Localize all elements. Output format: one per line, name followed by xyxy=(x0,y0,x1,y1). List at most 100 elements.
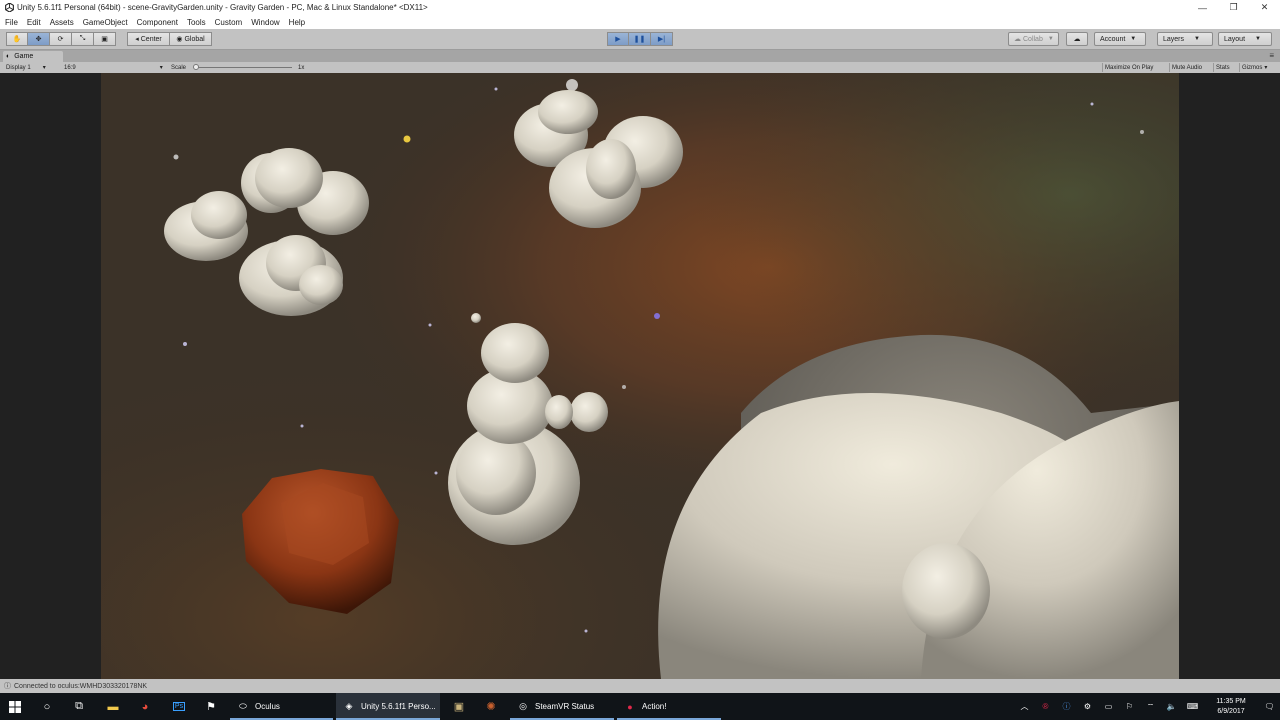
tab-game[interactable]: ◐ Game xyxy=(3,51,63,62)
folder-icon: ▬ xyxy=(107,700,119,713)
layout-label: Layout xyxy=(1224,35,1246,43)
step-icon: ▶| xyxy=(657,36,666,43)
pause-button[interactable]: ❚❚ xyxy=(629,32,651,46)
notifications-icon[interactable]: 🗨 xyxy=(1259,702,1280,711)
rotate-icon: ⟳ xyxy=(57,36,64,43)
taskbar-app-label: Action! xyxy=(642,702,667,711)
chevron-down-icon: ▾ xyxy=(42,65,46,71)
taskbar-file-explorer[interactable]: ▬ xyxy=(98,693,128,720)
tray-clock[interactable]: 11:35 PM 6/9/2017 xyxy=(1203,697,1259,717)
start-button[interactable] xyxy=(0,693,30,720)
taskbar-app-oculus[interactable]: ⬭ Oculus xyxy=(230,693,333,720)
cloud-services-button[interactable]: ☁ xyxy=(1066,32,1088,46)
aspect-label: 16:9 xyxy=(64,64,76,71)
scale-value: 1x xyxy=(298,64,305,71)
rotate-tool-button[interactable]: ⟳ xyxy=(50,32,72,46)
menu-window[interactable]: Window xyxy=(251,18,279,27)
chevron-down-icon: ▼ xyxy=(1194,36,1200,42)
pivot-toggles: ◂ Center ◉ Global xyxy=(127,32,212,46)
clock-date: 6/9/2017 xyxy=(1217,707,1245,715)
unity-icon: ◈ xyxy=(345,701,353,711)
taskbar-app-pinned[interactable]: ⚑ xyxy=(196,693,226,720)
search-circle-icon: ○ xyxy=(43,700,51,713)
pivot-label: Center xyxy=(140,35,162,43)
close-button[interactable]: ✕ xyxy=(1249,0,1280,15)
taskbar-photoshop[interactable]: Ps xyxy=(164,693,194,720)
game-view-render[interactable] xyxy=(101,73,1179,679)
play-icon: ▶ xyxy=(615,36,621,43)
menu-gameobject[interactable]: GameObject xyxy=(83,18,128,27)
pivot-center-button[interactable]: ◂ Center xyxy=(127,32,170,46)
scale-icon: ⤡ xyxy=(79,35,86,42)
layers-dropdown[interactable]: Layers ▼ xyxy=(1157,32,1213,46)
scale-slider-handle[interactable] xyxy=(193,64,199,70)
panel-menu-icon[interactable]: ≡ xyxy=(1269,51,1274,60)
tray-app-icon[interactable]: ⚐ xyxy=(1119,702,1140,711)
layout-dropdown[interactable]: Layout ▼ xyxy=(1218,32,1272,46)
chevron-down-icon: ▼ xyxy=(1047,36,1054,42)
hand-tool-button[interactable]: ✋ xyxy=(6,32,28,46)
taskbar-app-misc-1[interactable]: ▣ xyxy=(444,693,474,720)
menu-custom[interactable]: Custom xyxy=(215,18,243,27)
main-toolbar: ✋ ✥ ⟳ ⤡ ▣ ◂ Center ◉ Global ▶ ❚❚ ▶| ☁ Colla… xyxy=(0,29,1280,50)
tray-wifi-icon[interactable]: ⌔ xyxy=(1140,702,1161,712)
taskbar-app-label: Unity 5.6.1f1 Perso... xyxy=(361,702,436,711)
display-dropdown[interactable]: Display 1 ▾ xyxy=(6,63,54,72)
account-dropdown[interactable]: Account ▼ xyxy=(1094,32,1146,46)
space-global-button[interactable]: ◉ Global xyxy=(170,32,212,46)
chevron-down-icon: ▾ xyxy=(1264,65,1268,71)
action-record-icon: ● xyxy=(627,701,633,712)
window-title: Unity 5.6.1f1 Personal (64bit) - scene-G… xyxy=(17,3,428,12)
move-tool-button[interactable]: ✥ xyxy=(28,32,50,46)
play-button[interactable]: ▶ xyxy=(607,32,629,46)
menu-bar: File Edit Assets GameObject Component To… xyxy=(0,15,1280,29)
collab-dropdown[interactable]: ☁ Collab ▼ xyxy=(1008,32,1059,46)
tray-steam-icon[interactable]: ⚙ xyxy=(1077,702,1098,711)
pivot-icon: ◂ xyxy=(135,36,139,43)
search-button[interactable]: ○ xyxy=(32,693,62,720)
mute-audio-toggle[interactable]: Mute Audio xyxy=(1169,63,1204,72)
hand-icon: ✋ xyxy=(12,36,22,43)
scale-tool-button[interactable]: ⤡ xyxy=(72,32,94,46)
aspect-dropdown[interactable]: 16:9 ▾ xyxy=(64,63,168,72)
minimize-button[interactable]: — xyxy=(1187,0,1218,15)
chevron-down-icon: ▼ xyxy=(1255,36,1261,42)
menu-edit[interactable]: Edit xyxy=(27,18,41,27)
app-window-icon: ▣ xyxy=(453,701,465,713)
menu-help[interactable]: Help xyxy=(289,18,305,27)
task-view-icon: ⧉ xyxy=(75,700,83,712)
tray-keyboard-icon[interactable]: ⌨ xyxy=(1182,702,1203,711)
space-label: Global xyxy=(184,35,205,43)
task-view-button[interactable]: ⧉ xyxy=(64,693,94,720)
step-button[interactable]: ▶| xyxy=(651,32,673,46)
menu-tools[interactable]: Tools xyxy=(187,18,206,27)
stats-toggle[interactable]: Stats xyxy=(1213,63,1232,72)
taskbar-app-steamvr[interactable]: ◎ SteamVR Status xyxy=(510,693,614,720)
menu-assets[interactable]: Assets xyxy=(50,18,74,27)
taskbar-chrome[interactable]: ◕ xyxy=(130,693,160,720)
tray-expand-icon[interactable]: ︿ xyxy=(1014,701,1035,712)
tray-info-icon[interactable]: ⓘ xyxy=(1056,701,1077,712)
tray-record-icon[interactable]: ® xyxy=(1035,702,1056,711)
gizmos-dropdown[interactable]: Gizmos ▾ xyxy=(1239,63,1269,72)
taskbar-app-misc-2[interactable]: ✺ xyxy=(476,693,506,720)
scale-slider-track[interactable] xyxy=(196,67,292,68)
taskbar-app-unity[interactable]: ◈ Unity 5.6.1f1 Perso... xyxy=(336,693,440,720)
chevron-down-icon: ▾ xyxy=(159,65,163,71)
tray-volume-icon[interactable]: 🔈 xyxy=(1161,702,1182,711)
menu-file[interactable]: File xyxy=(5,18,18,27)
collab-label: Collab xyxy=(1023,35,1043,43)
tray-bluetooth-icon[interactable]: ▭ xyxy=(1098,702,1119,711)
pause-icon: ❚❚ xyxy=(633,36,646,43)
game-view-toolbar: Display 1 ▾ 16:9 ▾ Scale 1x Maximize On Pl… xyxy=(0,62,1280,73)
playback-controls: ▶ ❚❚ ▶| xyxy=(607,32,673,46)
chevron-down-icon: ▼ xyxy=(1130,36,1137,42)
menu-component[interactable]: Component xyxy=(137,18,178,27)
maximize-button[interactable]: ❐ xyxy=(1218,0,1249,15)
status-bar: ⓘ Connected to oculus:WMHD303320178NK xyxy=(0,679,1280,693)
taskbar-app-action[interactable]: ● Action! xyxy=(617,693,721,720)
oculus-icon: ⬭ xyxy=(239,701,247,711)
unity-logo-icon xyxy=(4,3,14,13)
maximize-on-play-toggle[interactable]: Maximize On Play xyxy=(1102,63,1155,72)
rect-tool-button[interactable]: ▣ xyxy=(94,32,116,46)
